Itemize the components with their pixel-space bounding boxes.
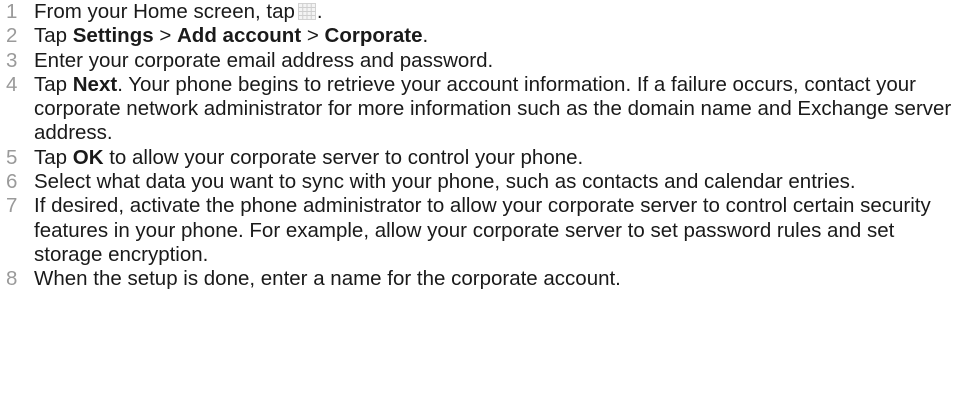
step-text: From your Home screen, tap . [34,0,323,23]
step-4: 4 Tap Next. Your phone begins to retriev… [0,73,967,146]
step-text-part: . [422,24,429,48]
step-text-part: Tap [34,24,73,48]
step-text-part: . Your phone begins to retrieve your acc… [34,72,952,145]
step-number: 5 [6,145,18,169]
step-1: 1 From your Home screen, tap . [0,0,967,24]
step-text-part: . [316,0,323,23]
step-text-part: > [153,24,177,48]
step-number: 7 [6,194,18,218]
corporate-label: Corporate [324,24,423,48]
step-text-part: Tap [34,145,73,169]
step-text: Tap OK to allow your corporate server to… [34,146,583,169]
step-number: 3 [6,48,18,72]
apps-grid-icon [297,3,316,20]
step-6: 6 Select what data you want to sync with… [0,170,967,194]
step-5: 5 Tap OK to allow your corporate server … [0,146,967,170]
add-account-label: Add account [177,24,302,48]
step-text: Tap Next. Your phone begins to retrieve … [34,73,951,145]
step-text: If desired, activate the phone administr… [34,194,931,266]
step-number: 2 [6,24,18,48]
step-text: When the setup is done, enter a name for… [34,267,621,291]
step-text: Tap Settings > Add account > Corporate. [34,24,428,47]
step-text: Select what data you want to sync with y… [34,170,856,194]
step-text: Enter your corporate email address and p… [34,48,494,72]
step-number: 8 [6,267,18,291]
step-3: 3 Enter your corporate email address and… [0,49,967,73]
step-number: 4 [6,72,18,96]
ok-label: OK [72,145,104,169]
step-text-part: to allow your corporate server to contro… [103,145,584,169]
next-label: Next [72,72,118,96]
step-8: 8 When the setup is done, enter a name f… [0,267,967,291]
step-number: 1 [6,0,18,23]
step-number: 6 [6,170,18,194]
setup-steps-list: 1 From your Home screen, tap . 2 Tap Set… [0,0,967,292]
step-text-part: > [301,24,325,48]
step-text-part: Tap [34,72,73,96]
step-2: 2 Tap Settings > Add account > Corporate… [0,24,967,48]
step-text-part: From your Home screen, tap [34,0,295,23]
step-7: 7 If desired, activate the phone adminis… [0,194,967,267]
settings-label: Settings [72,24,154,48]
